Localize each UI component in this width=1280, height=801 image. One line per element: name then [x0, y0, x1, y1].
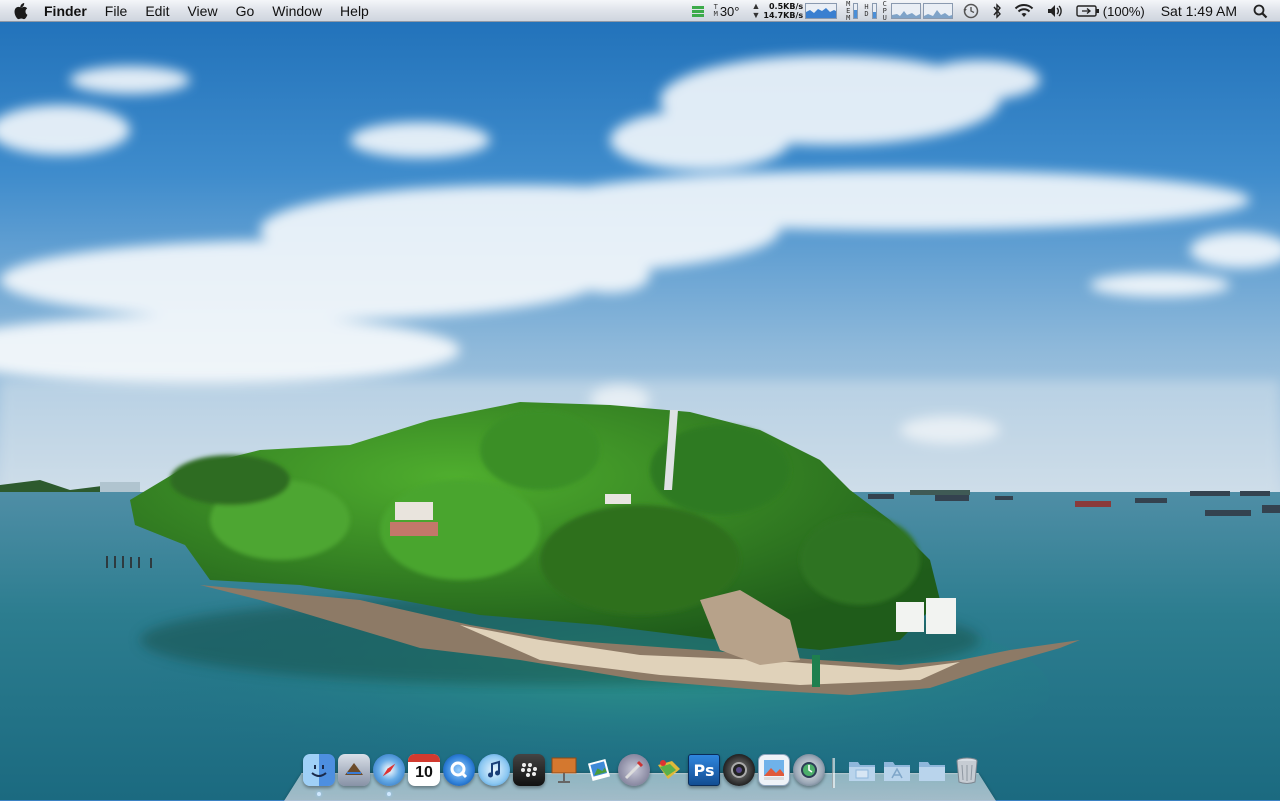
- spotlight-icon[interactable]: [1247, 0, 1280, 22]
- quicktime-icon[interactable]: [443, 754, 475, 786]
- photo-booth-icon[interactable]: [723, 754, 755, 786]
- temperature-value: 30°: [719, 3, 740, 19]
- finder-running-indicator: [317, 792, 321, 796]
- menu-bar-left: Finder File Edit View Go Window Help: [0, 0, 378, 22]
- time-machine-icon[interactable]: [956, 0, 986, 22]
- memory-icon: MEM: [846, 0, 851, 22]
- net-up-value: 0.5KB/s: [768, 2, 804, 11]
- network-icon: ▲ ▼: [751, 1, 761, 20]
- dock: 10 Ps: [0, 748, 1280, 796]
- battery-percent: (100%): [1102, 3, 1145, 19]
- menu-go[interactable]: Go: [227, 0, 264, 22]
- script-editor-icon[interactable]: [618, 754, 650, 786]
- applications-folder-icon[interactable]: [881, 754, 913, 786]
- battery-menu[interactable]: (100%): [1070, 0, 1151, 22]
- cpu-graph-2: [922, 3, 953, 19]
- battery-icon: [1076, 5, 1099, 17]
- photoshop-label: Ps: [693, 760, 715, 780]
- temperature-icon: TM: [713, 3, 718, 18]
- cpu-graph-1: [890, 3, 921, 19]
- disk-icon: HD: [864, 3, 869, 18]
- finder-icon[interactable]: [303, 754, 335, 786]
- downloads-folder-icon[interactable]: [916, 754, 948, 786]
- network-graph: [805, 3, 838, 19]
- menu-extras: TM 30° ▲ ▼ 0.5KB/s 14.7KB/s MEM HD CPU (…: [686, 0, 1280, 22]
- documents-folder-icon[interactable]: [846, 754, 878, 786]
- clock-text: Sat 1:49 AM: [1160, 3, 1237, 19]
- cpu-menu[interactable]: CPU: [880, 0, 956, 22]
- trash-icon[interactable]: [951, 754, 983, 786]
- istat-activity-icon[interactable]: [686, 0, 714, 22]
- mail-icon[interactable]: [338, 754, 370, 786]
- menu-view[interactable]: View: [178, 0, 226, 22]
- menu-edit[interactable]: Edit: [136, 0, 178, 22]
- bluetooth-icon[interactable]: [986, 0, 1008, 22]
- memory-menu[interactable]: MEM: [843, 0, 861, 22]
- disk-menu[interactable]: HD: [861, 0, 879, 22]
- preview-icon[interactable]: [758, 754, 790, 786]
- transmit-icon[interactable]: [653, 754, 685, 786]
- iphoto-icon[interactable]: [583, 754, 615, 786]
- dock-separator: [832, 758, 835, 788]
- keynote-icon[interactable]: [548, 754, 580, 786]
- itunes-icon[interactable]: [478, 754, 510, 786]
- temperature-menu[interactable]: TM 30°: [714, 0, 746, 22]
- ical-date: 10: [415, 764, 433, 781]
- desktop-wallpaper: [0, 0, 1280, 800]
- volume-icon[interactable]: [1040, 0, 1070, 22]
- menu-window[interactable]: Window: [263, 0, 331, 22]
- clock[interactable]: Sat 1:49 AM: [1151, 0, 1247, 22]
- safari-running-indicator: [387, 792, 391, 796]
- safari-icon[interactable]: [373, 754, 405, 786]
- blackberry-icon[interactable]: [513, 754, 545, 786]
- menu-file[interactable]: File: [96, 0, 137, 22]
- net-down-value: 14.7KB/s: [763, 11, 804, 20]
- menu-app-name[interactable]: Finder: [40, 0, 96, 22]
- ical-icon[interactable]: 10: [408, 754, 440, 786]
- menu-bar: Finder File Edit View Go Window Help TM …: [0, 0, 1280, 22]
- network-menu[interactable]: ▲ ▼ 0.5KB/s 14.7KB/s: [746, 0, 844, 22]
- wifi-icon[interactable]: [1008, 0, 1040, 22]
- photoshop-icon[interactable]: Ps: [688, 754, 720, 786]
- time-machine-app-icon[interactable]: [793, 754, 825, 786]
- cpu-icon: CPU: [882, 0, 887, 22]
- apple-icon[interactable]: [0, 0, 40, 22]
- menu-help[interactable]: Help: [331, 0, 378, 22]
